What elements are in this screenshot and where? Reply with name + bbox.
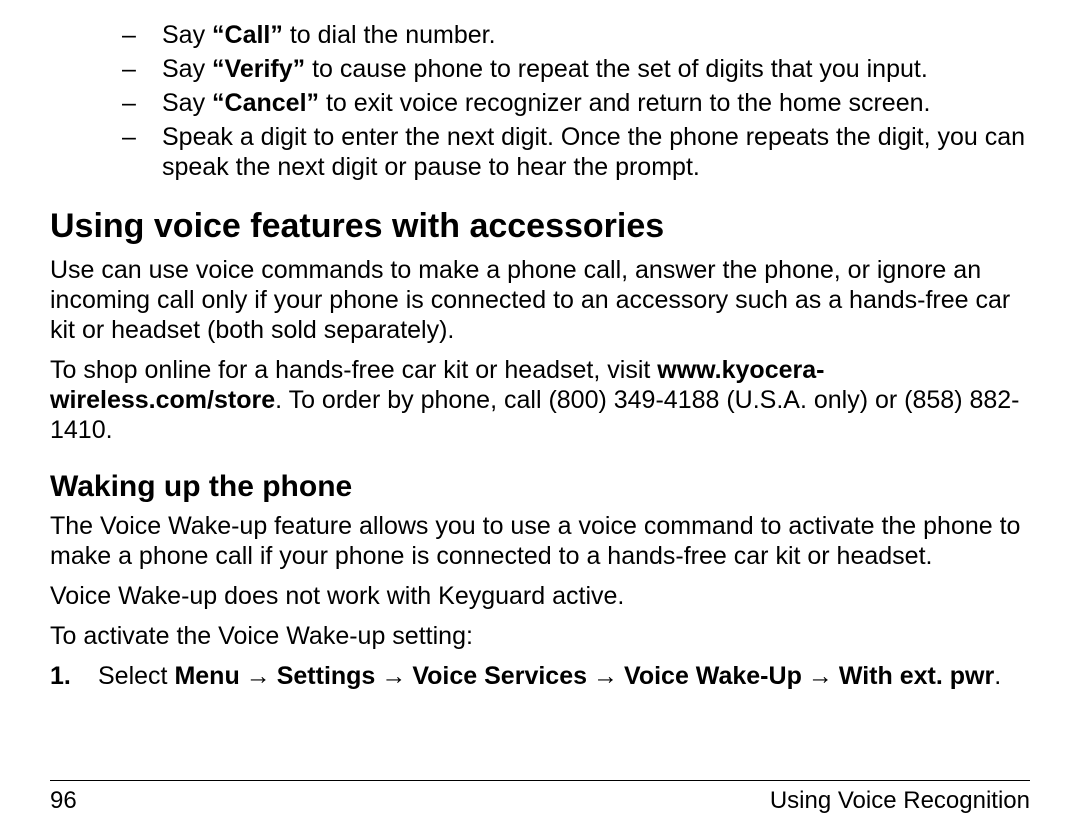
menu-path-item: Voice Services	[412, 662, 587, 690]
step-number: 1.	[50, 661, 71, 691]
text: Select	[98, 662, 174, 690]
heading-accessories: Using voice features with accessories	[50, 206, 1030, 247]
bold-text: “Verify”	[212, 55, 305, 83]
text: to dial the number.	[283, 21, 496, 49]
heading-waking: Waking up the phone	[50, 469, 1030, 505]
paragraph: Use can use voice commands to make a pho…	[50, 255, 1030, 345]
text: .	[994, 662, 1001, 690]
text: To shop online for a hands-free car kit …	[50, 356, 657, 384]
menu-path-item: Menu	[174, 662, 239, 690]
list-item: Say “Cancel” to exit voice recognizer an…	[50, 88, 1030, 118]
menu-path-item: Settings	[277, 662, 376, 690]
menu-path-item: With ext. pwr	[839, 662, 994, 690]
arrow-icon: →	[587, 661, 624, 691]
bold-text: “Cancel”	[212, 89, 319, 117]
paragraph: To shop online for a hands-free car kit …	[50, 355, 1030, 445]
page-number: 96	[50, 787, 77, 816]
text: to exit voice recognizer and return to t…	[319, 89, 930, 117]
list-item: Say “Call” to dial the number.	[50, 20, 1030, 50]
text: to cause phone to repeat the set of digi…	[305, 55, 928, 83]
section-title: Using Voice Recognition	[770, 787, 1030, 816]
paragraph: The Voice Wake-up feature allows you to …	[50, 511, 1030, 571]
arrow-icon: →	[802, 661, 839, 691]
paragraph: To activate the Voice Wake-up setting:	[50, 621, 1030, 651]
text: Say	[162, 89, 212, 117]
text: Say	[162, 21, 212, 49]
list-item: Speak a digit to enter the next digit. O…	[50, 122, 1030, 182]
text: Say	[162, 55, 212, 83]
list-item: Say “Verify” to cause phone to repeat th…	[50, 54, 1030, 84]
text: Speak a digit to enter the next digit. O…	[162, 123, 1025, 181]
arrow-icon: →	[375, 661, 412, 691]
paragraph: Voice Wake-up does not work with Keyguar…	[50, 581, 1030, 611]
bold-text: “Call”	[212, 21, 283, 49]
page-footer: 96 Using Voice Recognition	[50, 780, 1030, 816]
step-1: 1. Select Menu→Settings→Voice Services→V…	[50, 661, 1030, 691]
bullet-list: Say “Call” to dial the number. Say “Veri…	[50, 20, 1030, 182]
menu-path-item: Voice Wake-Up	[624, 662, 802, 690]
arrow-icon: →	[240, 661, 277, 691]
